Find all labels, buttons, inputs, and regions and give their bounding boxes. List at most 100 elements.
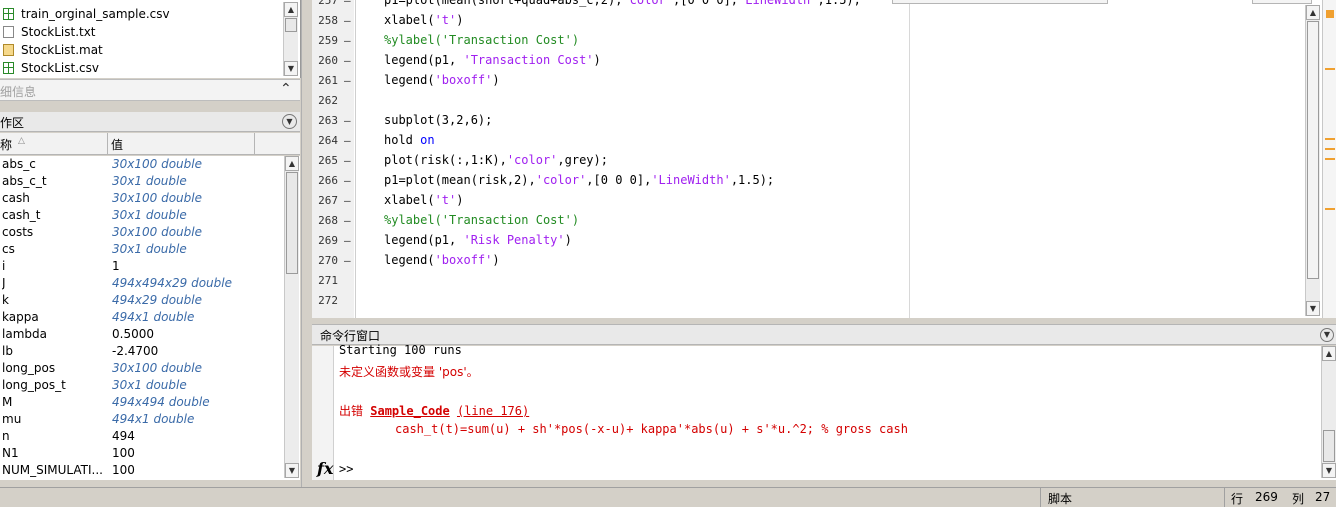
code-line[interactable]: p1=plot(mean(short+quad+abs_c,2),'color'…: [384, 0, 861, 7]
workspace-variable-row[interactable]: cash_t 30x1 double: [0, 207, 284, 224]
breakpoint-marker[interactable]: —: [344, 154, 351, 167]
breakpoint-marker[interactable]: —: [344, 114, 351, 127]
breakpoint-marker[interactable]: —: [344, 234, 351, 247]
scroll-up-icon[interactable]: ▲: [285, 156, 299, 171]
workspace-variable-row[interactable]: cash 30x100 double: [0, 190, 284, 207]
command-window[interactable]: fx Starting 100 runs 未定义函数或变量 'pos'。 出错 …: [312, 343, 1336, 480]
editor-scrollbar[interactable]: ▲ ▼: [1305, 5, 1320, 316]
breakpoint-marker[interactable]: —: [344, 34, 351, 47]
scroll-thumb[interactable]: [286, 172, 298, 274]
column-header-name[interactable]: 称 △: [0, 133, 108, 154]
line-number-gutter: 257 — 258 — 259 — 260 — 261 — 262 263 — 264 — 265 — 266 — 2…: [312, 0, 354, 318]
breakpoint-marker[interactable]: —: [344, 214, 351, 227]
workspace-variable-row[interactable]: N1 100: [0, 445, 284, 462]
code-line[interactable]: hold on: [384, 133, 435, 147]
warning-marker[interactable]: [1325, 148, 1335, 150]
code-line[interactable]: %ylabel('Transaction Cost'): [384, 213, 579, 227]
code-line[interactable]: %ylabel('Transaction Cost'): [384, 33, 579, 47]
code-line[interactable]: legend(p1, 'Risk Penalty'): [384, 233, 572, 247]
workspace-variable-row[interactable]: NUM_SIMULATI... 100: [0, 462, 284, 479]
file-name: train_orginal_sample.csv: [21, 7, 170, 21]
workspace-variable-row[interactable]: abs_c 30x100 double: [0, 156, 284, 173]
workspace-variable-row[interactable]: M 494x494 double: [0, 394, 284, 411]
code-line[interactable]: legend(p1, 'Transaction Cost'): [384, 53, 601, 67]
workspace-variable-row[interactable]: i1: [0, 258, 284, 275]
workspace-variable-row[interactable]: cs 30x1 double: [0, 241, 284, 258]
editor-tab-edge: [892, 0, 1108, 4]
warning-indicator-icon[interactable]: [1326, 10, 1334, 18]
error-location: 出错 Sample_Code (line 176): [339, 402, 529, 419]
workspace-variable-row[interactable]: J 494x494x29 double: [0, 275, 284, 292]
warning-marker[interactable]: [1325, 158, 1335, 160]
workspace-variable-row[interactable]: costs 30x100 double: [0, 224, 284, 241]
file-list-scrollbar[interactable]: ▲ ▼: [283, 2, 298, 76]
code-line[interactable]: legend('boxoff'): [384, 73, 500, 87]
workspace-variable-row[interactable]: lb -2.4700: [0, 343, 284, 360]
command-window-actions-icon[interactable]: ▼: [1320, 328, 1334, 342]
current-folder-file-list: csv-file-icon train_orginal_sample.csvtex…: [0, 0, 301, 78]
scroll-up-icon[interactable]: ▲: [1322, 346, 1336, 361]
scroll-up-icon[interactable]: ▲: [1306, 5, 1320, 20]
vertical-splitter[interactable]: [301, 0, 312, 487]
code-line[interactable]: xlabel('t'): [384, 13, 464, 27]
breakpoint-marker[interactable]: —: [344, 54, 351, 67]
workspace-variable-row[interactable]: n 494: [0, 428, 284, 445]
breakpoint-marker[interactable]: —: [344, 14, 351, 27]
breakpoint-marker[interactable]: —: [344, 74, 351, 87]
line-number: 261: [318, 74, 338, 87]
code-line[interactable]: subplot(3,2,6);: [384, 113, 492, 127]
collapse-chevron-up-icon[interactable]: ⌃: [280, 81, 292, 97]
workspace-variable-row[interactable]: lambda 0.5000: [0, 326, 284, 343]
code-line[interactable]: plot(risk(:,1:K),'color',grey);: [384, 153, 608, 167]
variable-name: NUM_SIMULATI...: [2, 463, 103, 477]
scroll-down-icon[interactable]: ▼: [285, 463, 299, 478]
workspace-scrollbar[interactable]: ▲ ▼: [284, 156, 299, 478]
breakpoint-marker[interactable]: —: [344, 194, 351, 207]
variable-name: cs: [2, 242, 15, 256]
workspace-variable-row[interactable]: long_pos_t 30x1 double: [0, 377, 284, 394]
workspace-variable-row[interactable]: long_pos 30x100 double: [0, 360, 284, 377]
file-item[interactable]: csv-file-icon train_orginal_sample.csv: [0, 5, 282, 23]
panel-splitter[interactable]: [0, 102, 301, 112]
workspace-variable-row[interactable]: k 494x29 double: [0, 292, 284, 309]
scroll-thumb[interactable]: [285, 18, 297, 32]
code-line[interactable]: p1=plot(mean(risk,2),'color',[0 0 0],'Li…: [384, 173, 774, 187]
code-editor[interactable]: 257 — 258 — 259 — 260 — 261 — 262 263 — 264 — 265 — 266 — 2…: [312, 0, 1336, 318]
warning-marker[interactable]: [1325, 208, 1335, 210]
command-scrollbar[interactable]: ▲ ▼: [1321, 346, 1336, 478]
workspace-variable-row[interactable]: mu 494x1 double: [0, 411, 284, 428]
variable-name: M: [2, 395, 13, 409]
breakpoint-marker[interactable]: —: [344, 134, 351, 147]
function-browser-icon[interactable]: fx: [317, 459, 333, 478]
workspace-actions-icon[interactable]: ▼: [282, 114, 297, 129]
breakpoint-marker[interactable]: —: [344, 0, 351, 7]
breakpoint-marker[interactable]: —: [344, 174, 351, 187]
warning-marker[interactable]: [1325, 138, 1335, 140]
file-item[interactable]: text-file-icon StockList.txt: [0, 23, 282, 41]
command-prompt[interactable]: >>: [339, 462, 353, 476]
scroll-up-icon[interactable]: ▲: [284, 2, 298, 17]
file-item[interactable]: csv-file-icon StockList.csv: [0, 59, 282, 77]
workspace-header: 作区 ▼: [0, 112, 300, 132]
details-panel-header[interactable]: 细信息 ⌃: [0, 79, 300, 101]
code-analyzer-bar[interactable]: [1322, 0, 1336, 318]
column-header-value[interactable]: 值: [108, 133, 255, 154]
error-function-link[interactable]: Sample_Code: [370, 404, 449, 418]
scroll-down-icon[interactable]: ▼: [284, 61, 298, 76]
scroll-thumb[interactable]: [1323, 430, 1335, 462]
file-item[interactable]: mat-file-icon StockList.mat: [0, 41, 282, 59]
code-line[interactable]: legend('boxoff'): [384, 253, 500, 267]
warning-marker[interactable]: [1325, 68, 1335, 70]
text-file-icon: text-file-icon: [3, 26, 14, 38]
code-line[interactable]: xlabel('t'): [384, 193, 464, 207]
scroll-thumb[interactable]: [1307, 21, 1319, 279]
workspace-variable-row[interactable]: abs_c_t 30x1 double: [0, 173, 284, 190]
variable-value: 30x1 double: [112, 242, 187, 256]
scroll-down-icon[interactable]: ▼: [1306, 301, 1320, 316]
status-mode: 脚本: [1048, 492, 1073, 506]
line-number: 268: [318, 214, 338, 227]
breakpoint-marker[interactable]: —: [344, 254, 351, 267]
error-line-link[interactable]: (line 176): [457, 404, 529, 418]
scroll-down-icon[interactable]: ▼: [1322, 463, 1336, 478]
workspace-variable-row[interactable]: kappa 494x1 double: [0, 309, 284, 326]
